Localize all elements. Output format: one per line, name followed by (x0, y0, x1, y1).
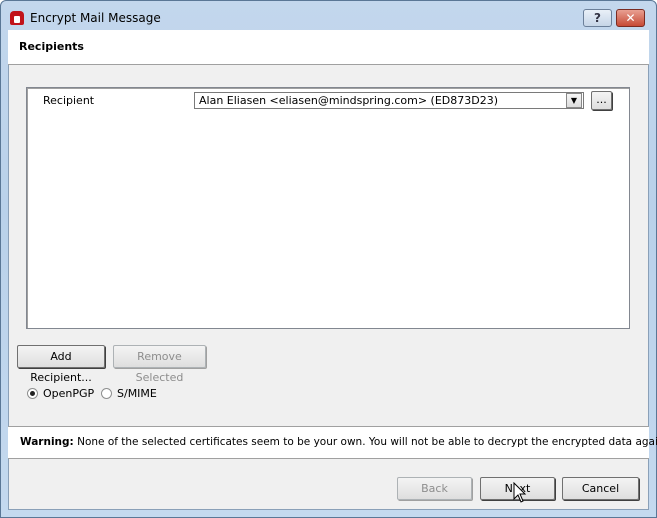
page-header: Recipients (8, 30, 649, 65)
close-button[interactable]: ✕ (616, 9, 645, 27)
recipient-combobox[interactable]: Alan Eliasen <eliasen@mindspring.com> (E… (194, 92, 584, 109)
page-title: Recipients (19, 40, 84, 53)
warning-label: Warning: (20, 436, 74, 448)
smime-label[interactable]: S/MIME (117, 387, 157, 400)
add-recipient-button[interactable]: Add Recipient... (17, 345, 105, 384)
openpgp-label[interactable]: OpenPGP (43, 387, 94, 400)
app-icon (10, 11, 24, 25)
mouse-cursor-icon (513, 482, 527, 503)
remove-selected-button[interactable]: Remove Selected (113, 345, 206, 384)
recipient-label: Recipient (43, 94, 95, 107)
openpgp-radio[interactable] (27, 388, 38, 399)
window-title: Encrypt Mail Message (30, 11, 161, 25)
recipient-list[interactable] (26, 87, 630, 329)
back-button[interactable]: Back (397, 477, 472, 500)
chevron-down-icon[interactable]: ▼ (566, 93, 582, 108)
warning-panel: Warning: None of the selected certificat… (8, 426, 657, 459)
cancel-button[interactable]: Cancel (562, 477, 639, 500)
browse-certificate-button[interactable]: ... (591, 91, 612, 110)
smime-radio[interactable] (101, 388, 112, 399)
help-button[interactable]: ? (583, 9, 612, 27)
warning-text: None of the selected certificates seem t… (73, 436, 657, 448)
